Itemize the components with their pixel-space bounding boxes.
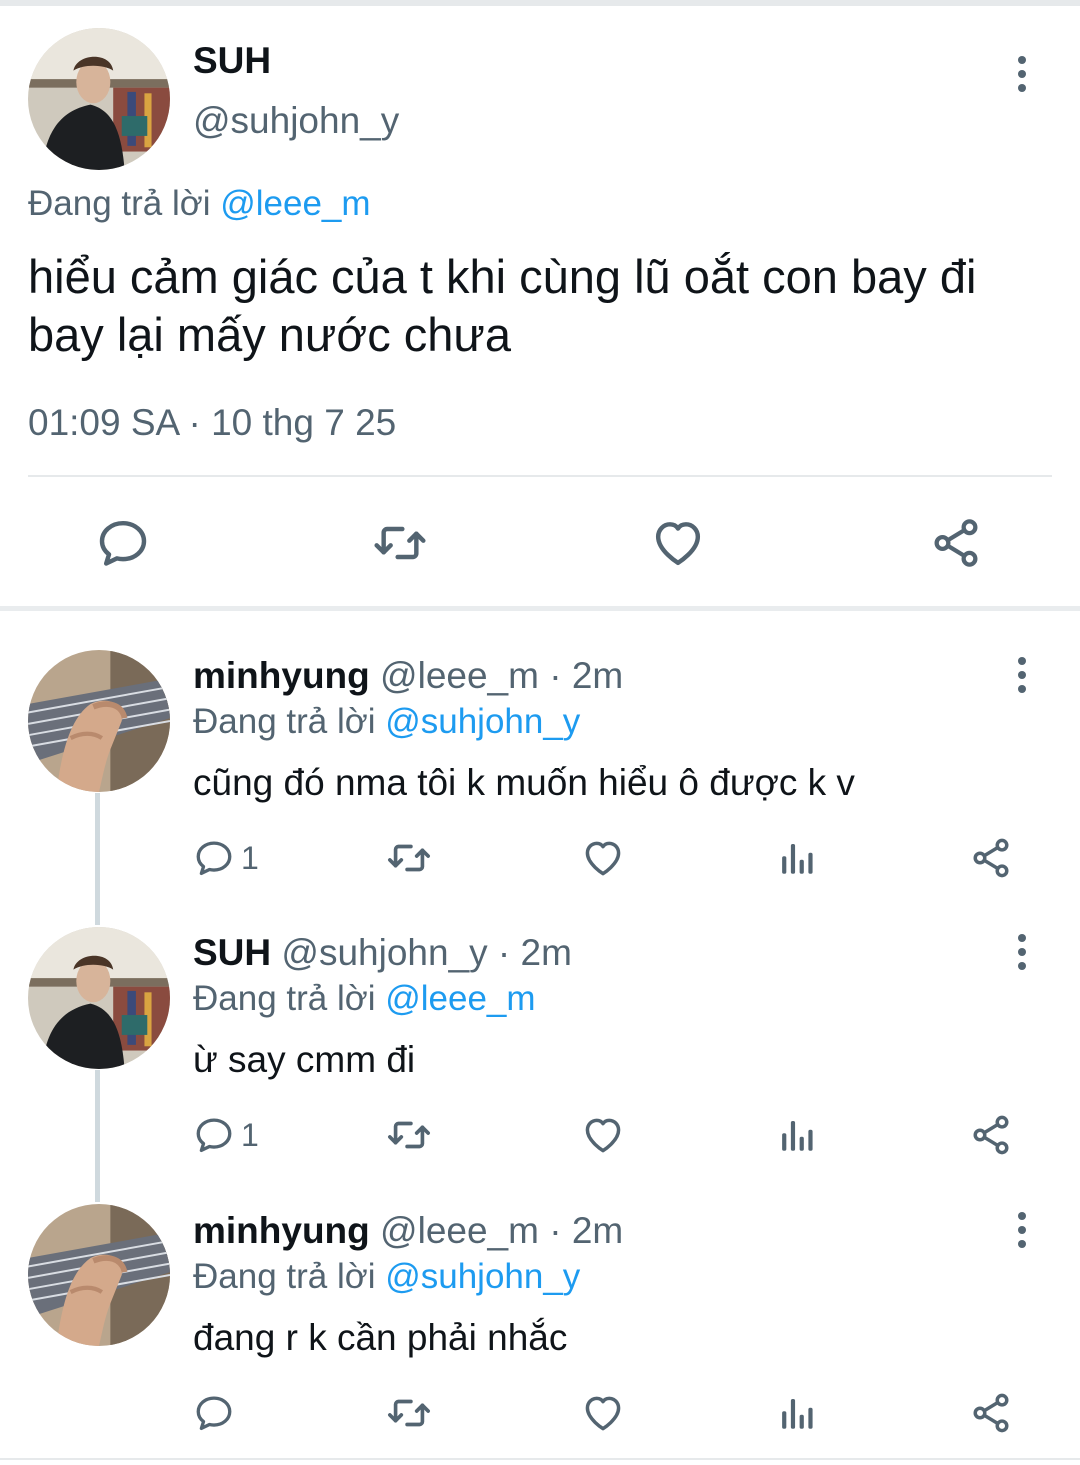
author-handle[interactable]: @suhjohn_y bbox=[193, 100, 399, 142]
author-name[interactable]: minhyung bbox=[193, 655, 370, 696]
replying-to-label: Đang trả lời bbox=[28, 184, 211, 223]
author-name[interactable]: SUH bbox=[193, 40, 271, 82]
retweet-icon[interactable] bbox=[372, 515, 428, 571]
replying-to: Đang trả lời @leee_m bbox=[28, 184, 371, 224]
share-icon[interactable] bbox=[969, 1113, 1013, 1157]
tweet-text: hiểu cảm giác của t khi cùng lũ oắt con … bbox=[28, 250, 977, 361]
avatar[interactable] bbox=[28, 1204, 170, 1346]
stats-icon[interactable] bbox=[776, 836, 818, 880]
retweet-icon[interactable] bbox=[386, 836, 432, 880]
more-options-icon[interactable] bbox=[1002, 54, 1042, 94]
replying-to-label: Đang trả lời bbox=[193, 979, 376, 1018]
replying-to: Đang trả lời @suhjohn_y bbox=[193, 1257, 580, 1297]
section-divider bbox=[0, 606, 1080, 611]
replying-to-label: Đang trả lời bbox=[193, 702, 376, 741]
reply-count: 1 bbox=[241, 1116, 259, 1153]
avatar[interactable] bbox=[28, 927, 170, 1069]
retweet-icon[interactable] bbox=[386, 1113, 432, 1157]
thread-line bbox=[95, 1070, 100, 1202]
tweet-text: cũng đó nma tôi k muốn hiểu ô được k v bbox=[193, 762, 855, 803]
replying-to-link[interactable]: @leee_m bbox=[385, 979, 535, 1018]
reply-icon bbox=[193, 837, 235, 879]
replying-to-link[interactable]: @suhjohn_y bbox=[385, 702, 580, 741]
reply-header: minhyung @leee_m · 2m bbox=[193, 1210, 623, 1252]
author-handle[interactable]: @leee_m · 2m bbox=[380, 1210, 623, 1251]
replying-to: Đang trả lời @suhjohn_y bbox=[193, 702, 580, 742]
timestamp: 01:09 SA · 10 thg 7 25 bbox=[28, 402, 397, 443]
replying-to-link[interactable]: @leee_m bbox=[220, 184, 370, 223]
reply-count: 1 bbox=[241, 839, 259, 876]
author-handle[interactable]: @suhjohn_y · 2m bbox=[281, 932, 572, 973]
avatar[interactable] bbox=[28, 28, 170, 170]
like-icon[interactable] bbox=[581, 1113, 625, 1157]
tweet-text: ừ say cmm đi bbox=[193, 1039, 416, 1080]
reply-icon[interactable] bbox=[95, 515, 151, 571]
avatar[interactable] bbox=[28, 650, 170, 792]
divider bbox=[28, 475, 1052, 477]
like-icon[interactable] bbox=[581, 836, 625, 880]
like-icon[interactable] bbox=[581, 1391, 625, 1435]
reply-button[interactable] bbox=[193, 1391, 241, 1435]
share-icon[interactable] bbox=[969, 1391, 1013, 1435]
share-icon[interactable] bbox=[969, 836, 1013, 880]
reply-button[interactable]: 1 bbox=[193, 1113, 259, 1157]
top-divider bbox=[0, 0, 1080, 6]
replying-to-link[interactable]: @suhjohn_y bbox=[385, 1257, 580, 1296]
reply-button[interactable]: 1 bbox=[193, 836, 259, 880]
more-options-icon[interactable] bbox=[1002, 1210, 1042, 1250]
author-name[interactable]: minhyung bbox=[193, 1210, 370, 1251]
more-options-icon[interactable] bbox=[1002, 655, 1042, 695]
bottom-divider bbox=[0, 1458, 1080, 1460]
reply-header: SUH @suhjohn_y · 2m bbox=[193, 932, 572, 974]
reply-header: minhyung @leee_m · 2m bbox=[193, 655, 623, 697]
tweet-text: đang r k cần phải nhắc bbox=[193, 1317, 568, 1358]
replying-to-label: Đang trả lời bbox=[193, 1257, 376, 1296]
thread-line bbox=[95, 793, 100, 925]
author-name[interactable]: SUH bbox=[193, 932, 271, 973]
reply-icon bbox=[193, 1392, 235, 1434]
author-handle[interactable]: @leee_m · 2m bbox=[380, 655, 623, 696]
stats-icon[interactable] bbox=[776, 1113, 818, 1157]
retweet-icon[interactable] bbox=[386, 1391, 432, 1435]
like-icon[interactable] bbox=[650, 515, 706, 571]
share-icon[interactable] bbox=[928, 515, 984, 571]
reply-icon bbox=[193, 1114, 235, 1156]
replying-to: Đang trả lời @leee_m bbox=[193, 979, 536, 1019]
more-options-icon[interactable] bbox=[1002, 932, 1042, 972]
stats-icon[interactable] bbox=[776, 1391, 818, 1435]
